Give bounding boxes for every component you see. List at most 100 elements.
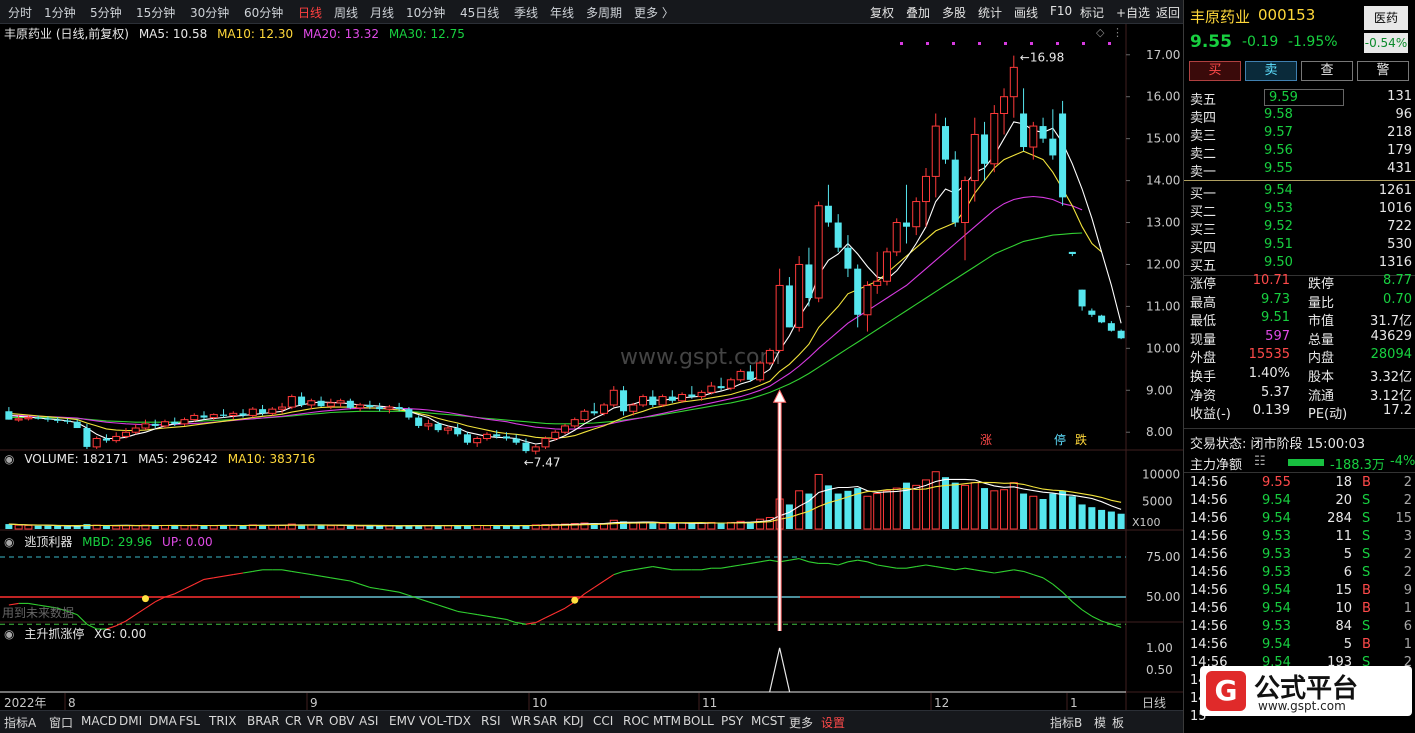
sector-button[interactable]: 医药 <box>1364 6 1408 30</box>
indicator-tab-15[interactable]: WR <box>511 714 531 728</box>
bid-row[interactable]: 买三 9.52 722 <box>1190 219 1412 238</box>
period-tab-7[interactable]: 周线 <box>334 4 358 21</box>
indicator-tab-19[interactable]: ROC <box>623 714 649 728</box>
mbd-line-segment <box>1071 601 1083 611</box>
candle-body <box>629 404 638 412</box>
indicator-tab-14[interactable]: RSI <box>481 714 501 728</box>
quote-value: 28094 <box>1370 347 1412 363</box>
period-tab-12[interactable]: 年线 <box>550 4 574 21</box>
tool-button-4[interactable]: 画线 <box>1014 4 1038 21</box>
mbd-line-segment <box>330 577 341 580</box>
indicator-tab-24[interactable]: 更多 <box>789 714 813 731</box>
quote-label: 总量 <box>1308 332 1335 348</box>
indicator-tab-25[interactable]: 设置 <box>821 714 845 731</box>
period-tab-0[interactable]: 分时 <box>8 4 32 21</box>
period-tab-3[interactable]: 15分钟 <box>136 4 175 21</box>
tool-button-1[interactable]: 叠加 <box>906 4 930 21</box>
volume-bar <box>981 488 989 529</box>
indicator-tab-12[interactable]: EMV <box>389 714 415 728</box>
candle-body <box>44 418 52 420</box>
ask-row[interactable]: 卖四 9.58 96 <box>1190 107 1412 126</box>
quote-value: 43629 <box>1370 328 1412 344</box>
chart-area[interactable]: 17.00 16.00 15.00 14.00 13.00 12.00 11.00 10.00… <box>0 24 1183 710</box>
period-tab-9[interactable]: 10分钟 <box>406 4 445 21</box>
indicator-tab-21[interactable]: BOLL <box>683 714 714 728</box>
indicator-tab-16[interactable]: SAR <box>533 714 557 728</box>
mbd-line-segment <box>798 558 810 563</box>
period-tab-2[interactable]: 5分钟 <box>90 4 122 21</box>
candle-body <box>707 385 716 393</box>
mbd-line-segment <box>838 561 849 566</box>
query-button[interactable]: 查 <box>1301 61 1353 81</box>
indicator-tab-20[interactable]: MTM <box>653 714 681 728</box>
right-tab-2[interactable]: 板 <box>1112 714 1124 731</box>
indicator-tab-13[interactable]: VOL-TDX <box>419 714 471 728</box>
orderbook-divider <box>1184 180 1415 181</box>
indicator-tab-3[interactable]: DMI <box>119 714 142 728</box>
indicator-tab-6[interactable]: TRIX <box>209 714 236 728</box>
panel-toggle-icon[interactable]: ◉ <box>4 452 14 466</box>
tool-button-5[interactable]: F10 <box>1050 4 1072 18</box>
mbd-line-segment <box>418 598 429 603</box>
bid-row[interactable]: 买四 9.51 530 <box>1190 237 1412 256</box>
period-tab-1[interactable]: 1分钟 <box>44 4 76 21</box>
candle-body <box>726 379 735 389</box>
tool-button-7[interactable]: +自选 <box>1116 4 1150 21</box>
volume-bar <box>54 526 62 529</box>
ask-row[interactable]: 卖五 9.59 131 <box>1190 89 1412 108</box>
panel-toggle-icon[interactable]: ◉ <box>4 627 14 641</box>
ask-row[interactable]: 卖三 9.57 218 <box>1190 125 1412 144</box>
period-tab-6[interactable]: 日线 <box>298 4 322 21</box>
bid-row[interactable]: 买二 9.53 1016 <box>1190 201 1412 220</box>
alert-button[interactable]: 警 <box>1357 61 1409 81</box>
bid-row[interactable]: 买五 9.50 1316 <box>1190 255 1412 274</box>
ask-row[interactable]: 卖一 9.55 431 <box>1190 161 1412 180</box>
right-tab-1[interactable]: 模 <box>1094 714 1106 731</box>
period-tab-5[interactable]: 60分钟 <box>244 4 283 21</box>
candle-body <box>912 201 921 228</box>
tick-volume: 6 <box>1343 565 1352 580</box>
ask-price: 9.58 <box>1264 107 1293 122</box>
indicator-tab-1[interactable]: 窗口 <box>49 714 73 731</box>
indicator-tab-10[interactable]: OBV <box>329 714 355 728</box>
indicator-tab-9[interactable]: VR <box>307 714 324 728</box>
period-tab-13[interactable]: 多周期 <box>586 4 622 21</box>
indicator-tab-11[interactable]: ASI <box>359 714 378 728</box>
indicator-tab-2[interactable]: MACD <box>81 714 117 728</box>
sell-button[interactable]: 卖 <box>1245 61 1297 81</box>
indicator-tab-22[interactable]: PSY <box>721 714 743 728</box>
period-tab-4[interactable]: 30分钟 <box>190 4 229 21</box>
quote-label: 净资 <box>1190 388 1217 404</box>
right-tab-0[interactable]: 指标B <box>1050 714 1082 731</box>
indicator-tab-5[interactable]: FSL <box>179 714 200 728</box>
tool-button-0[interactable]: 复权 <box>870 4 894 21</box>
indicator-tab-17[interactable]: KDJ <box>563 714 584 728</box>
indicator-tab-18[interactable]: CCI <box>593 714 613 728</box>
mbd-line-segment <box>662 567 673 571</box>
tool-button-6[interactable]: 标记 <box>1080 4 1104 21</box>
list-icon[interactable]: ☷ <box>1254 454 1266 469</box>
indicator-tab-0[interactable]: 指标A <box>4 714 36 731</box>
tool-button-2[interactable]: 多股 <box>942 4 966 21</box>
indicator-tab-4[interactable]: DMA <box>149 714 177 728</box>
period-tab-8[interactable]: 月线 <box>370 4 394 21</box>
buy-button[interactable]: 买 <box>1189 61 1241 81</box>
indicator-tab-23[interactable]: MCST <box>751 714 785 728</box>
indicator-tab-7[interactable]: BRAR <box>247 714 280 728</box>
ask-row[interactable]: 卖二 9.56 179 <box>1190 143 1412 162</box>
period-tab-10[interactable]: 45日线 <box>460 4 499 21</box>
tool-button-8[interactable]: 返回 <box>1156 4 1180 21</box>
quote-value: 0.70 <box>1383 291 1412 307</box>
panel-toggle-icon[interactable]: ◉ <box>4 535 14 549</box>
signal-dot <box>1108 42 1111 45</box>
tool-button-3[interactable]: 统计 <box>978 4 1002 21</box>
diamond-icon: ◇ <box>1096 26 1105 39</box>
period-tab-14[interactable]: 更多 〉 <box>634 4 674 21</box>
indicator-tab-8[interactable]: CR <box>285 714 302 728</box>
mbd-line-segment <box>233 572 244 576</box>
tick-side: S <box>1362 511 1371 526</box>
period-tab-11[interactable]: 季线 <box>514 4 538 21</box>
bid-row[interactable]: 买一 9.54 1261 <box>1190 183 1412 202</box>
kline-chart-svg[interactable]: 17.0016.0015.0014.0013.0012.0011.0010.00… <box>0 24 1183 710</box>
ask-volume: 179 <box>1387 143 1412 158</box>
